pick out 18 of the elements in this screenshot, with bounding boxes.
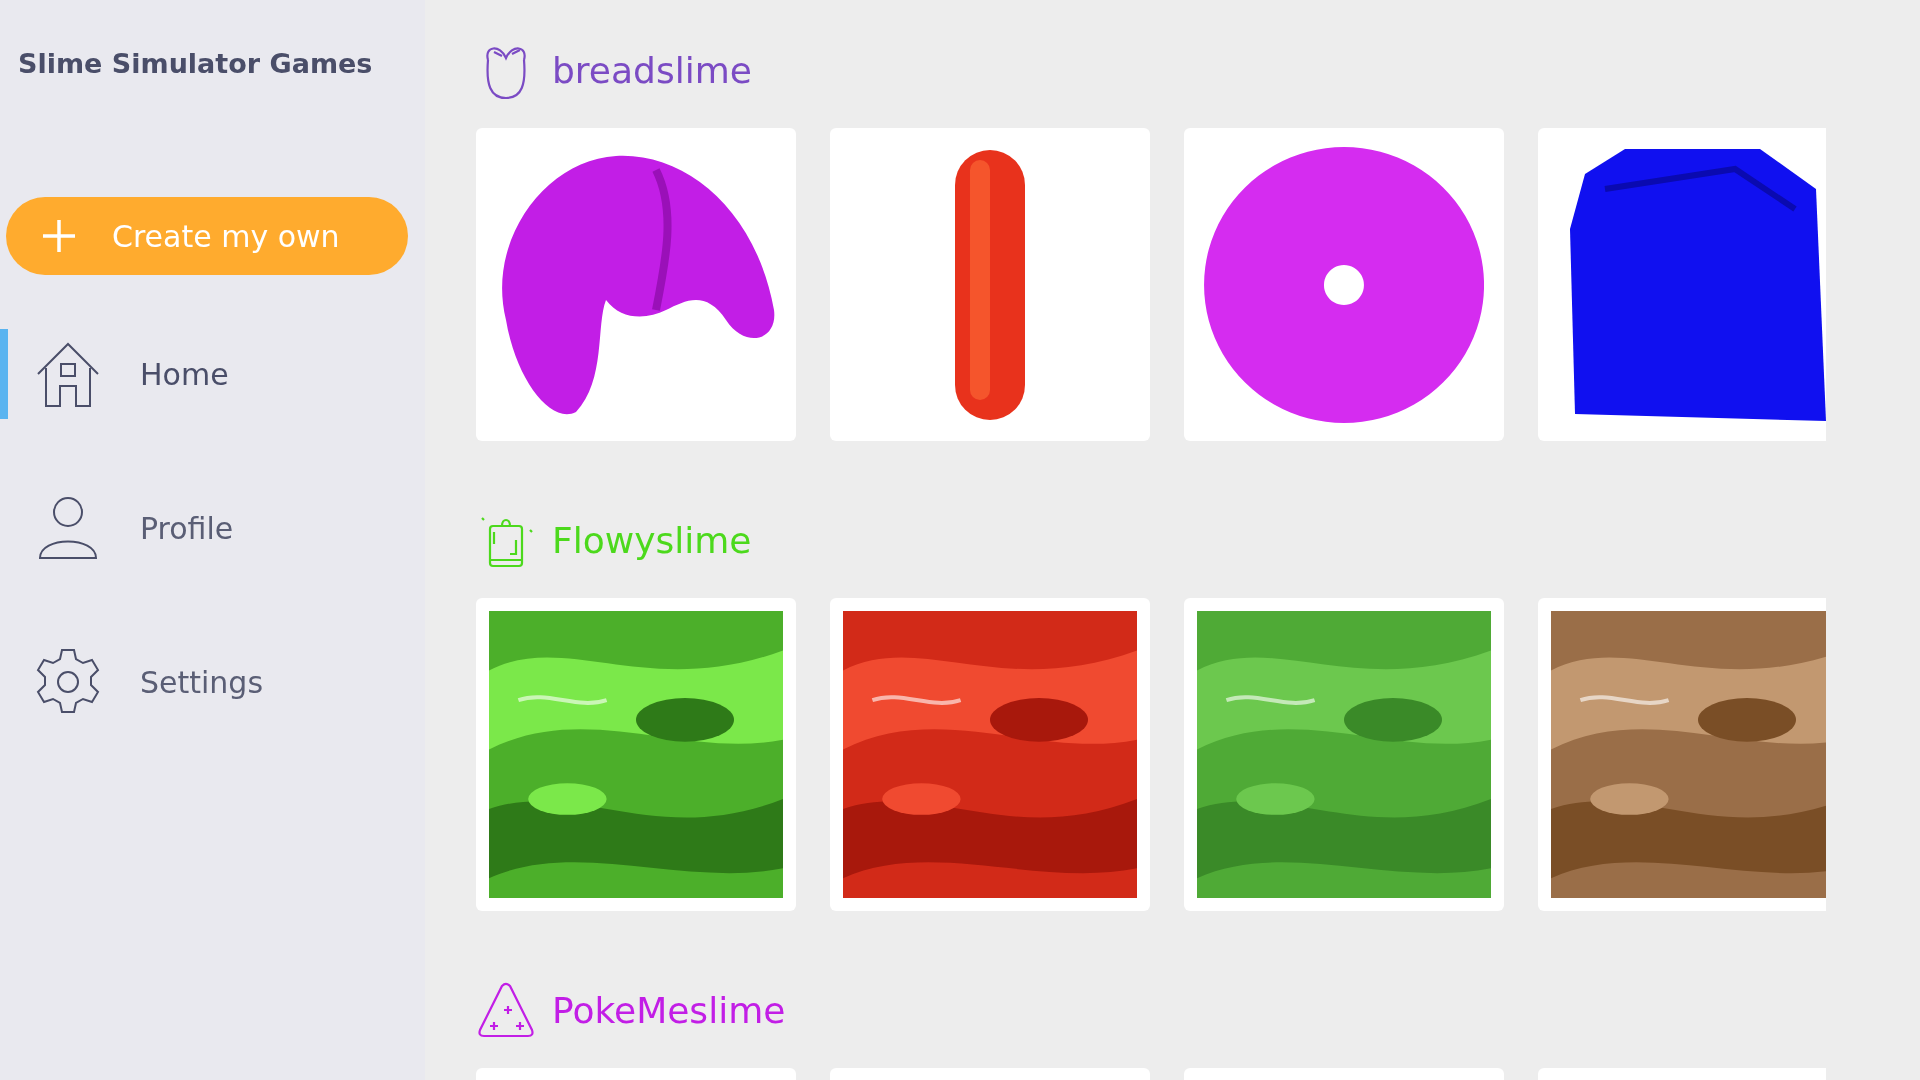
nav-label: Profile	[140, 510, 234, 546]
slime-card[interactable]	[476, 128, 796, 441]
section-title: Flowyslime	[552, 519, 752, 561]
nav-label: Home	[140, 356, 229, 392]
slime-card[interactable]	[1184, 128, 1504, 441]
nav-item[interactable]: Profile	[0, 483, 425, 573]
slime-card[interactable]	[830, 128, 1150, 441]
section-title: PokeMeslime	[552, 989, 786, 1031]
section-title: breadslime	[552, 49, 752, 91]
app-title: Slime Simulator Games	[18, 48, 374, 79]
slime-card[interactable]	[830, 598, 1150, 911]
nav-item[interactable]: Settings	[0, 637, 425, 727]
slime-card[interactable]	[1184, 598, 1504, 911]
slime-card[interactable]	[1538, 128, 1826, 441]
slime-card[interactable]	[476, 598, 796, 911]
triangle-icon	[476, 980, 536, 1040]
nav-label: Settings	[140, 664, 264, 700]
plus-icon	[42, 219, 76, 253]
